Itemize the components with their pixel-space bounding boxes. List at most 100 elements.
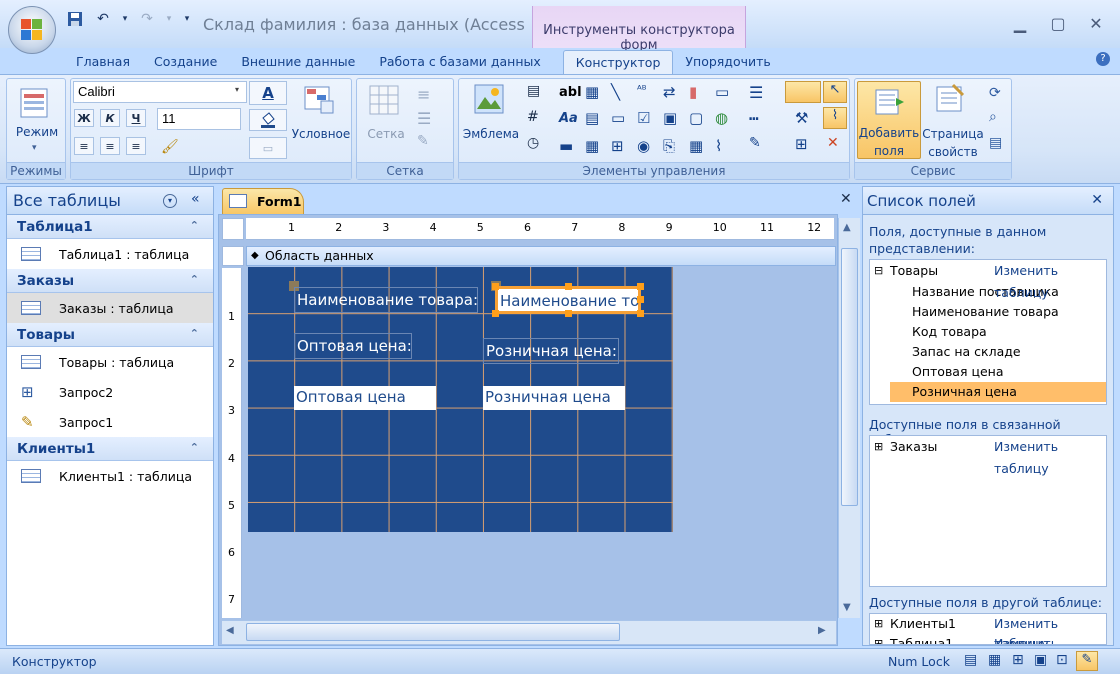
select-pointer-icon[interactable]: ↖ — [823, 81, 847, 103]
table-node-clients[interactable]: ⊞ Клиенты1 Изменить таблицу — [870, 614, 1106, 644]
vertical-scroll-thumb[interactable] — [841, 248, 858, 506]
vertical-scrollbar[interactable]: ▲ ▼ — [838, 218, 860, 618]
close-field-list-icon[interactable]: ✕ — [1091, 192, 1103, 208]
list-box-icon[interactable]: ▤ — [585, 109, 599, 127]
collapse-icon[interactable]: ⌃ — [190, 441, 199, 454]
align-left-button[interactable]: ≡ — [74, 137, 94, 155]
scroll-left-icon[interactable]: ◀ — [226, 625, 234, 636]
label-product-name[interactable]: Наименование товара: — [294, 287, 478, 313]
resize-handle[interactable] — [565, 310, 572, 317]
close-icon[interactable]: ✕ — [1082, 12, 1110, 34]
activex-icon[interactable]: ✕ — [827, 135, 839, 151]
textbox-retail-price[interactable]: Розничная цена — [483, 386, 625, 410]
add-fields-button[interactable]: Добавить поля — [857, 81, 921, 159]
grid-button[interactable]: Сетка — [357, 127, 415, 142]
close-document-icon[interactable]: ✕ — [840, 191, 852, 207]
logo-button[interactable]: Эмблема — [459, 127, 523, 142]
field-item-selected[interactable]: Розничная цена — [890, 382, 1106, 402]
bound-frame-icon[interactable]: ▦ — [689, 137, 703, 155]
mode-button[interactable]: Режим — [7, 125, 67, 140]
nav-collapse-icon[interactable]: « — [191, 191, 200, 207]
datasheet-view-status-icon[interactable]: ▦ — [988, 652, 1001, 668]
option-group-icon[interactable]: ▬ — [559, 137, 573, 155]
pivot-table-status-icon[interactable]: ⊞ — [1012, 652, 1024, 668]
view-code-icon[interactable]: ⌕ — [989, 109, 997, 125]
chart-control-icon[interactable]: ▮ — [689, 83, 697, 101]
form-view-status-icon[interactable]: ▤ — [964, 652, 977, 668]
image-icon[interactable]: ▣ — [663, 109, 677, 127]
customize-qat-icon[interactable]: ▾ — [180, 9, 194, 29]
help-icon[interactable]: ? — [1096, 52, 1110, 66]
resize-handle[interactable] — [492, 283, 499, 290]
nav-group-orders[interactable]: Заказы ⌃ — [7, 269, 213, 293]
tab-arrange[interactable]: Упорядочить — [673, 50, 782, 74]
logo-image-icon[interactable] — [473, 83, 507, 119]
expand-tree-icon[interactable]: ⊞ — [874, 634, 883, 644]
expand-tree-icon[interactable]: ⊞ — [874, 436, 883, 458]
label-control-icon[interactable]: abl — [559, 85, 582, 100]
tab-external-data[interactable]: Внешние данные — [229, 50, 367, 74]
font-family-dropdown-icon[interactable]: ▾ — [235, 85, 239, 94]
nav-menu-icon[interactable]: ▾ — [163, 194, 177, 208]
rectangle-icon[interactable]: ▭ — [611, 109, 625, 127]
textbox-wholesale-price[interactable]: Оптовая цена — [294, 386, 436, 410]
special-effect-icon[interactable]: ⚒ — [795, 109, 808, 127]
nav-item-table1[interactable]: Таблица1 : таблица — [7, 239, 213, 269]
layout-view-status-icon[interactable]: ⊡ — [1056, 652, 1068, 668]
redo-icon[interactable]: ↷ — [136, 9, 158, 29]
date-time-icon[interactable]: ◷ — [527, 135, 539, 151]
combo-box-icon[interactable]: ▦ — [585, 137, 599, 155]
field-item[interactable]: Запас на складе — [870, 342, 1106, 362]
grid-width-icon[interactable]: ☰ — [417, 109, 431, 128]
detail-section-bar[interactable]: ◆ Область данных — [246, 246, 836, 266]
unbound-frame-icon[interactable]: ▢ — [689, 109, 703, 127]
convert-macros-icon[interactable]: ▤ — [989, 135, 1002, 151]
collapse-icon[interactable]: ⌃ — [190, 327, 199, 340]
nav-item-query2[interactable]: ⊞ Запрос2 — [7, 377, 213, 407]
field-item[interactable]: Наименование товара — [870, 302, 1106, 322]
maximize-icon[interactable]: ▢ — [1044, 12, 1072, 34]
tab-database-tools[interactable]: Работа с базами данных — [367, 50, 552, 74]
undo-icon[interactable]: ↶ — [92, 9, 114, 29]
field-item[interactable]: Оптовая цена — [870, 362, 1106, 382]
line-color-icon[interactable]: ✎ — [749, 135, 761, 151]
page-number-icon[interactable]: # — [527, 109, 539, 125]
font-size-select[interactable]: 11 — [157, 108, 241, 130]
grid-lines-icon[interactable]: ≡ — [417, 85, 430, 104]
design-view-status-icon[interactable]: ✎ — [1076, 651, 1098, 671]
resize-handle[interactable] — [637, 283, 644, 290]
section-selector[interactable] — [222, 246, 244, 266]
property-sheet-label-1[interactable]: Страница — [921, 127, 985, 142]
button-control-icon[interactable]: ▦ — [585, 83, 599, 101]
grid-color-icon[interactable]: ✎ — [417, 133, 429, 149]
horizontal-scroll-thumb[interactable] — [246, 623, 620, 641]
label-retail-price[interactable]: Розничная цена: — [483, 338, 619, 364]
font-family-select[interactable]: Calibri — [73, 81, 247, 103]
attachment-icon[interactable]: ⌇ — [715, 137, 722, 155]
nav-item-clients[interactable]: Клиенты1 : таблица — [7, 461, 213, 491]
edit-table-link[interactable]: Изменить таблицу — [994, 634, 1106, 644]
tab-designer[interactable]: Конструктор — [562, 50, 674, 74]
tab-control-icon[interactable]: ▭ — [715, 83, 729, 101]
nav-item-orders[interactable]: Заказы : таблица — [7, 293, 213, 323]
label-wholesale-price[interactable]: Оптовая цена: — [294, 333, 412, 359]
bold-button[interactable]: Ж — [74, 109, 94, 127]
pivot-chart-status-icon[interactable]: ▣ — [1034, 652, 1047, 668]
nav-item-query1[interactable]: ✎ Запрос1 — [7, 407, 213, 437]
form-view-icon[interactable] — [17, 87, 53, 121]
save-icon[interactable] — [64, 9, 86, 29]
document-tab-form1[interactable]: Form1 — [222, 188, 304, 214]
nav-header[interactable]: Все таблицы ▾ « — [7, 187, 213, 215]
align-center-button[interactable]: ≡ — [100, 137, 120, 155]
control-wizards-icon[interactable] — [785, 81, 821, 103]
aa-label-icon[interactable]: Aa — [559, 111, 578, 126]
line-thickness-icon[interactable]: ☰ — [749, 83, 763, 102]
table-node-goods[interactable]: ⊟ Товары Изменить таблицу — [870, 260, 1106, 300]
line-color-button[interactable]: ▭ — [249, 137, 287, 159]
line-control-icon[interactable]: ╲ — [611, 83, 620, 101]
edit-table-link[interactable]: Изменить таблицу — [994, 260, 1106, 304]
italic-button[interactable]: К — [100, 109, 120, 127]
conditional-format-button[interactable]: Условное — [289, 127, 353, 142]
table-node-table1[interactable]: ⊞ Таблица1 Изменить таблицу — [870, 634, 1106, 644]
align-right-button[interactable]: ≡ — [126, 137, 146, 155]
